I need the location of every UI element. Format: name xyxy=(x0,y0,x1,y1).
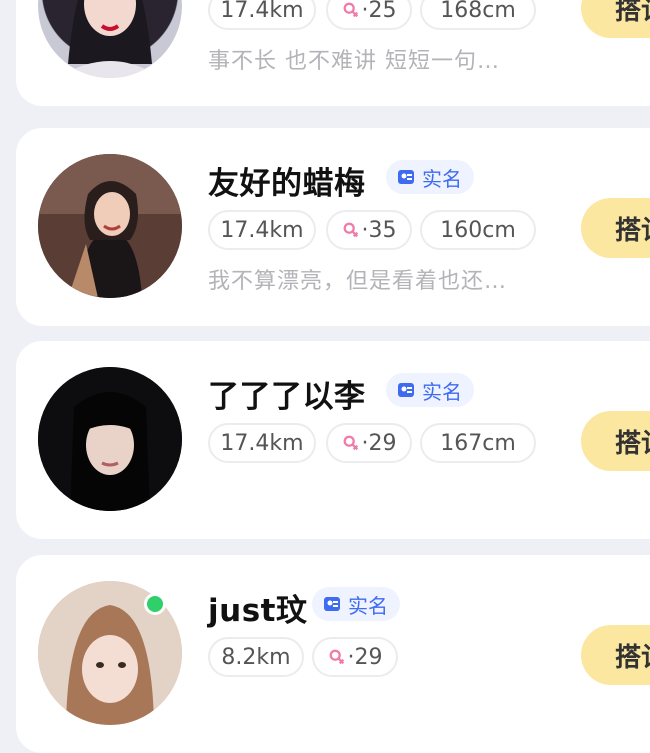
profile-card[interactable]: 友好的蜡梅 实名 17.4km · 35 160cm 我不算漂亮，但是看着也还… … xyxy=(16,128,650,326)
age-pill: · 25 xyxy=(326,0,412,30)
bio-text: 我不算漂亮，但是看着也还… xyxy=(208,269,508,294)
id-card-icon xyxy=(398,170,414,184)
age-pill: · 29 xyxy=(312,637,398,677)
avatar-photo xyxy=(58,0,162,78)
user-name: just玟 xyxy=(208,593,308,629)
avatar-photo xyxy=(38,367,182,511)
distance-pill: 17.4km xyxy=(208,0,316,30)
bio-text: 事不长 也不难讲 短短一句… xyxy=(208,49,500,74)
age-pill: · 35 xyxy=(326,210,412,250)
female-icon xyxy=(343,2,358,18)
avatar[interactable] xyxy=(38,154,182,298)
greet-button[interactable]: 搭讪 xyxy=(581,411,650,471)
avatar-photo xyxy=(38,154,182,298)
id-card-icon xyxy=(398,383,414,397)
user-name: 友好的蜡梅 xyxy=(208,166,366,202)
female-icon xyxy=(343,222,358,238)
user-name: 了了了以李 xyxy=(208,379,366,415)
female-icon xyxy=(343,435,358,451)
profile-card[interactable]: 17.4km ·25 168cm 事不长 也不难讲 短短一句… 搭讪 xyxy=(16,0,650,106)
age-pill: · 29 xyxy=(326,423,412,463)
avatar[interactable] xyxy=(38,0,182,78)
online-status-dot xyxy=(144,593,166,615)
verified-badge: 实名 xyxy=(312,587,400,621)
profile-card[interactable]: just玟 实名 8.2km ·29 搭讪 xyxy=(16,555,650,753)
distance-pill: 8.2km xyxy=(208,637,304,677)
greet-button[interactable]: 搭讪 xyxy=(581,0,650,38)
height-pill: 167cm xyxy=(420,423,536,463)
height-pill: 160cm xyxy=(420,210,536,250)
greet-button[interactable]: 搭讪 xyxy=(581,625,650,685)
distance-pill: 17.4km xyxy=(208,423,316,463)
avatar[interactable] xyxy=(38,367,182,511)
verified-badge: 实名 xyxy=(386,160,474,194)
greet-button[interactable]: 搭讪 xyxy=(581,198,650,258)
female-icon xyxy=(329,649,344,665)
distance-pill: 17.4km xyxy=(208,210,316,250)
id-card-icon xyxy=(324,597,340,611)
verified-badge: 实名 xyxy=(386,373,474,407)
height-pill: 168cm xyxy=(420,0,536,30)
profile-card[interactable]: 了了了以李 实名 17.4km ·29 167cm 搭讪 xyxy=(16,341,650,539)
